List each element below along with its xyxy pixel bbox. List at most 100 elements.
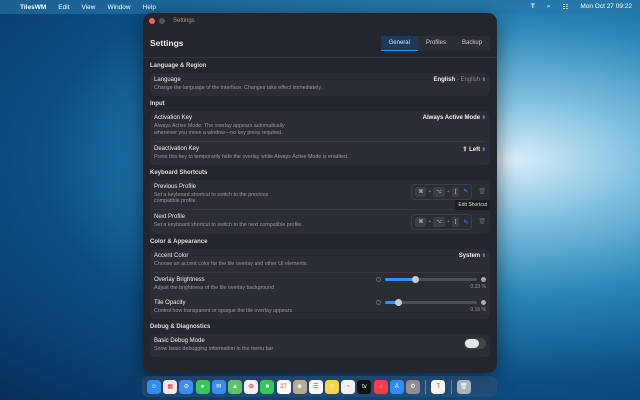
section-debug: Debug & Diagnostics [150,324,490,330]
key-bracket: [ [452,187,459,197]
title-bar: Settings [143,13,497,29]
dock-calendar-icon[interactable]: 27 [277,380,291,394]
dock-facetime-icon[interactable]: ■ [260,380,274,394]
search-icon[interactable]: ⌕ [547,3,551,11]
activation-key-label: Activation Key [154,115,288,121]
clock[interactable]: Mon Oct 27 09:22 [580,3,632,11]
dock-contacts-icon[interactable]: ☻ [293,380,307,394]
basic-debug-label: Basic Debug Mode [154,338,464,344]
next-profile-shortcut[interactable]: ⌘+ ⌥+ ] ✎ [411,214,472,230]
key-option: ⌥ [433,217,445,227]
previous-profile-desc: Set a keyboard shortcut to switch to the… [154,192,283,206]
key-bracket: ] [452,217,459,227]
dock-finder-icon[interactable]: ☺ [147,380,161,394]
chevron-updown-icon: ⬍ [482,147,486,153]
plus-sign: + [428,189,431,195]
accent-color-select[interactable]: System ⬍ [459,253,486,259]
high-icon [481,277,486,282]
dock-app-store-icon[interactable]: A [390,380,404,394]
overlay-brightness-slider[interactable] [376,277,486,282]
basic-debug-desc: Show basic debugging information in the … [154,346,464,353]
overlay-brightness-label: Overlay Brightness [154,277,376,283]
tab-backup[interactable]: Backup [454,36,490,51]
accent-color-value: System [459,253,480,259]
deactivation-key-desc: Press this key to temporarily hide the o… [154,154,462,161]
dock-trash-icon[interactable]: 🗑 [457,380,471,394]
dock-freeform-icon[interactable]: ~ [341,380,355,394]
language-label: Language [154,77,433,83]
settings-window: Settings Settings General Profiles Backu… [143,13,497,373]
language-desc: Change the language of the interface. Ch… [154,85,433,92]
tab-general[interactable]: General [381,36,418,51]
language-select[interactable]: English - English ⬍ [433,77,486,83]
previous-profile-label: Previous Profile [154,184,283,190]
chevron-updown-icon: ⬍ [482,253,486,259]
tile-opacity-value: 0.15 % [376,307,486,313]
dock-messages-icon[interactable]: ● [196,380,210,394]
tab-bar: General Profiles Backup [381,36,490,51]
menu-view[interactable]: View [81,4,95,11]
slider-knob[interactable] [395,299,402,306]
section-shortcuts: Keyboard Shortcuts [150,170,490,176]
key-cmd: ⌘ [415,217,426,227]
menu-help[interactable]: Help [143,4,156,11]
deactivation-key-value: ⇧ Left [462,147,480,153]
low-icon [376,300,381,305]
dock-safari-icon[interactable]: ⊘ [179,380,193,394]
trash-icon[interactable]: 🗑 [478,218,486,225]
plus-sign: + [447,189,450,195]
dock-tv-icon[interactable]: tv [357,380,371,394]
key-cmd: ⌘ [415,187,426,197]
deactivation-key-select[interactable]: ⇧ Left ⬍ [462,146,486,153]
deactivation-key-label: Deactivation Key [154,146,462,152]
minimize-button[interactable] [159,18,165,24]
activation-key-value: Always Active Mode [423,115,480,121]
activation-key-select[interactable]: Always Active Mode ⬍ [423,115,486,121]
overlay-brightness-value: 0.33 % [376,284,486,290]
control-center-icon[interactable]: ☷ [563,3,569,11]
language-value-native: - English [457,77,480,83]
trash-icon[interactable]: 🗑 [478,188,486,195]
menu-edit[interactable]: Edit [58,4,69,11]
dock-maps-icon[interactable]: ▲ [228,380,242,394]
section-language: Language & Region [150,63,490,69]
previous-profile-shortcut[interactable]: ⌘+ ⌥+ [ ✎ [411,184,472,200]
accent-color-desc: Choose an accent color for the tile over… [154,261,459,268]
key-option: ⌥ [433,187,445,197]
dock-music-icon[interactable]: ♪ [374,380,388,394]
pencil-icon[interactable]: ✎ [463,219,468,226]
slider-knob[interactable] [412,276,419,283]
tile-opacity-slider[interactable] [376,300,486,305]
tile-opacity-desc: Control how transparent or opaque the ti… [154,308,376,315]
tab-profiles[interactable]: Profiles [418,36,454,51]
menu-app-name[interactable]: TilesWM [20,4,46,11]
page-title: Settings [150,38,184,48]
close-button[interactable] [149,18,155,24]
menu-window[interactable]: Window [107,4,130,11]
dock-mail-icon[interactable]: ✉ [212,380,226,394]
dock-separator [425,380,426,394]
dock-notes-icon[interactable]: ≡ [325,380,339,394]
dock-system-settings-icon[interactable]: ⚙ [406,380,420,394]
edit-shortcut-tooltip: Edit Shortcut [455,200,490,210]
language-value: English [433,77,455,83]
low-icon [376,277,381,282]
activation-key-desc: Always Active Mode: The overlay appears … [154,123,288,137]
pencil-icon[interactable]: ✎ [463,188,468,195]
menu-bar: TilesWM Edit View Window Help T ⌕ ☷ Mon … [0,0,640,14]
plus-sign: + [428,219,431,225]
tileswm-status-icon[interactable]: T [531,3,535,11]
dock: ☺▦⊘●✉▲✿■27☻☰≡~tv♪A⚙ T 🗑 [142,376,497,397]
next-profile-label: Next Profile [154,214,411,220]
high-icon [481,300,486,305]
basic-debug-toggle[interactable] [464,338,486,349]
dock-tileswm-icon[interactable]: T [431,380,445,394]
dock-photos-icon[interactable]: ✿ [244,380,258,394]
dock-separator [451,380,452,394]
chevron-updown-icon: ⬍ [482,115,486,121]
chevron-updown-icon: ⬍ [482,77,486,83]
accent-color-label: Accent Color [154,253,459,259]
dock-reminders-icon[interactable]: ☰ [309,380,323,394]
dock-launchpad-icon[interactable]: ▦ [163,380,177,394]
section-input: Input [150,101,490,107]
